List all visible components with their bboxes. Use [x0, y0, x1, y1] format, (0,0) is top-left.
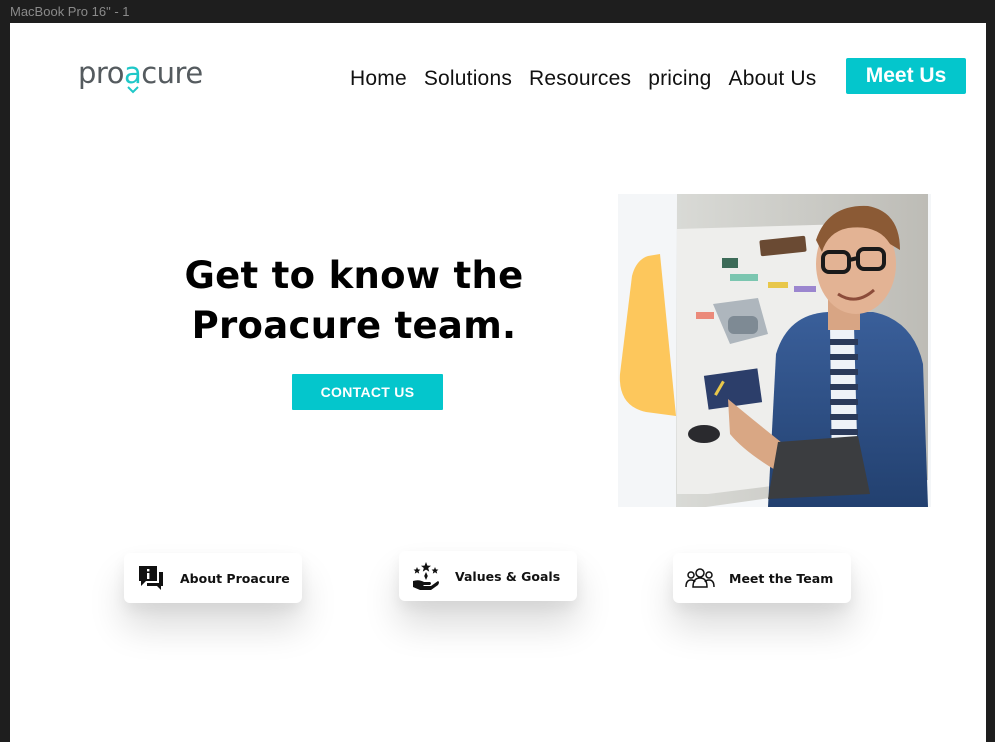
hero-image [618, 194, 931, 507]
hero-title-line-2: Proacure team. [191, 304, 517, 347]
logo-accent-letter: a [124, 59, 142, 94]
nav-home[interactable]: Home [350, 67, 407, 91]
nav-solutions[interactable]: Solutions [424, 67, 512, 91]
hero-title: Get to know the Proacure team. [170, 251, 538, 351]
logo-prefix: pro [78, 56, 124, 90]
meet-the-team-card[interactable]: Meet the Team [673, 553, 851, 603]
hand-stars-icon [410, 560, 442, 592]
nav-resources[interactable]: Resources [529, 67, 631, 91]
logo-chevron-icon [126, 86, 139, 94]
values-goals-card[interactable]: Values & Goals [399, 551, 577, 601]
about-proacure-card[interactable]: About Proacure [124, 553, 302, 603]
nav-about-us[interactable]: About Us [728, 67, 816, 91]
meet-us-button[interactable]: Meet Us [846, 58, 966, 94]
nav-pricing[interactable]: pricing [648, 67, 711, 91]
chat-info-icon [135, 562, 167, 594]
contact-us-button[interactable]: CONTACT US [292, 374, 443, 410]
artboard-label: MacBook Pro 16" - 1 [10, 4, 130, 19]
proacure-logo[interactable]: proa cure [78, 56, 203, 94]
hero-title-line-1: Get to know the [184, 254, 524, 297]
logo-suffix: cure [141, 56, 203, 90]
team-member-photo [618, 194, 931, 507]
card-label: Values & Goals [455, 568, 561, 584]
card-label: About Proacure [180, 570, 290, 586]
card-label: Meet the Team [729, 570, 834, 586]
main-nav: Home Solutions Resources pricing About U… [350, 67, 833, 91]
team-icon [684, 562, 716, 594]
page-canvas: proa cure Home Solutions Resources pricin… [10, 23, 986, 742]
